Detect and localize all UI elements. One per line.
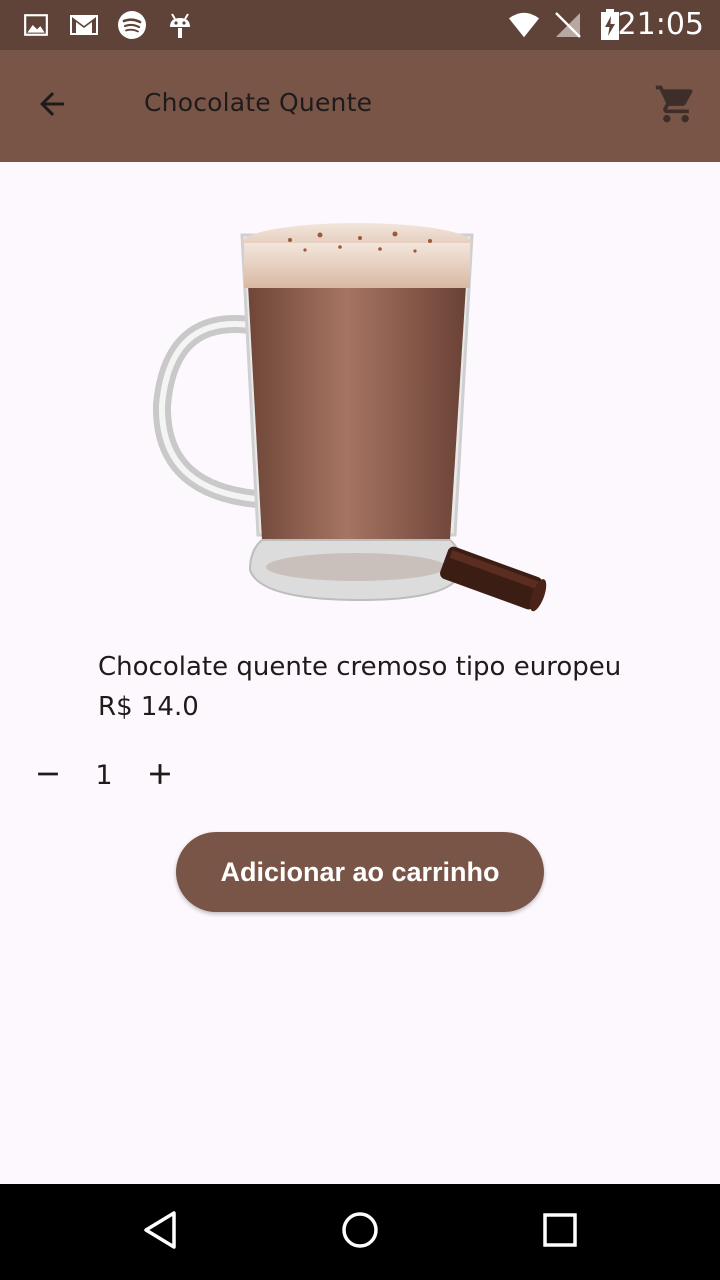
quantity-decrease-button[interactable] (24, 752, 72, 800)
navigation-bar (0, 1184, 720, 1280)
nav-recents-button[interactable] (536, 1208, 584, 1256)
nav-home-button[interactable] (336, 1208, 384, 1256)
add-icon (143, 757, 177, 796)
status-time: 21:05 (617, 7, 704, 42)
home-circle-icon (340, 1210, 380, 1255)
product-name: Chocolate quente cremoso tipo europeu (98, 652, 622, 682)
arrow-back-icon (34, 86, 70, 127)
quantity-value: 1 (95, 760, 113, 791)
cart-button[interactable] (648, 78, 704, 134)
back-button[interactable] (24, 78, 80, 134)
status-bar: 21:05 (0, 0, 720, 50)
page-title: Chocolate Quente (144, 88, 373, 117)
spotify-icon (116, 9, 148, 41)
quantity-increase-button[interactable] (136, 752, 184, 800)
gallery-icon (20, 9, 52, 41)
nav-back-button[interactable] (136, 1208, 184, 1256)
remove-icon (31, 757, 65, 796)
android-icon (164, 9, 196, 41)
no-signal-icon (552, 9, 584, 41)
recents-square-icon (540, 1210, 580, 1255)
wifi-icon (508, 9, 540, 41)
gmail-icon (68, 9, 100, 41)
add-to-cart-button[interactable]: Adicionar ao carrinho (176, 832, 544, 912)
app-bar: Chocolate Quente (0, 50, 720, 162)
back-triangle-icon (140, 1210, 180, 1255)
product-price: R$ 14.0 (98, 692, 199, 722)
hot-chocolate-mug-image (150, 205, 570, 615)
shopping-cart-icon (654, 82, 698, 131)
